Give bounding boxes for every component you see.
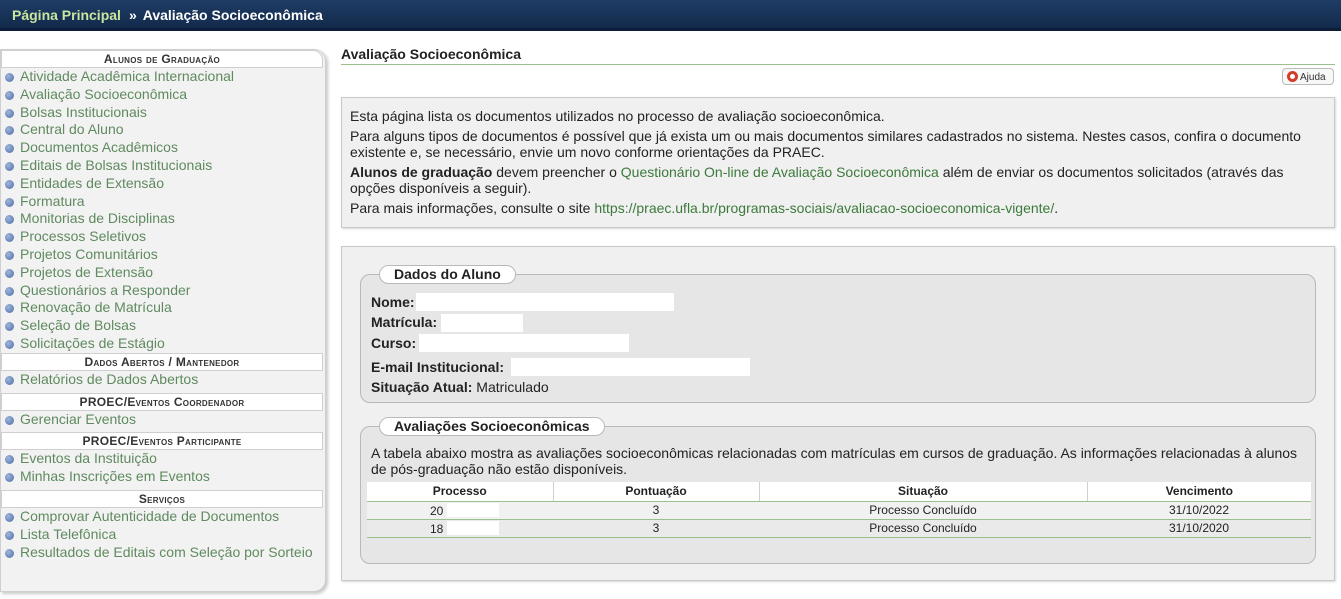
name-value bbox=[416, 293, 674, 311]
vencimento-cell: 31/10/2022 bbox=[1087, 501, 1311, 520]
matricula-value bbox=[441, 314, 523, 332]
email-row: E-mail Institucional: bbox=[371, 359, 504, 375]
sidebar-group-title: PROEC/Eventos Participante bbox=[1, 432, 323, 451]
info-box: Esta página lista os documentos utilizad… bbox=[341, 97, 1335, 228]
matricula-label: Matrícula: bbox=[371, 314, 438, 330]
table-row[interactable]: 20 3 Processo Concluído 31/10/2022 bbox=[367, 501, 1311, 520]
processo-cell: 20 bbox=[367, 501, 553, 520]
situacao-label: Situação Atual: bbox=[371, 379, 473, 395]
sidebar-item[interactable]: Avaliação Socioeconômica bbox=[1, 86, 325, 104]
sidebar-item[interactable]: Projetos Comunitários bbox=[1, 246, 325, 264]
curso-label: Curso: bbox=[371, 335, 417, 351]
sidebar-group-list: Comprovar Autenticidade de Documentos Li… bbox=[1, 508, 325, 560]
breadcrumb-home-link[interactable]: Página Principal bbox=[12, 7, 121, 23]
sidebar-item[interactable]: Monitorias de Disciplinas bbox=[1, 210, 325, 228]
curso-row: Curso: bbox=[371, 335, 416, 351]
name-label: Nome: bbox=[371, 294, 415, 310]
sidebar-item[interactable]: Comprovar Autenticidade de Documentos bbox=[1, 508, 325, 526]
sidebar-item[interactable]: Projetos de Extensão bbox=[1, 264, 325, 282]
info-paragraph: Para alguns tipos de documentos é possív… bbox=[350, 128, 1301, 160]
email-value bbox=[511, 358, 750, 376]
vencimento-cell: 31/10/2020 bbox=[1087, 519, 1311, 538]
sidebar-item[interactable]: Processos Seletivos bbox=[1, 228, 325, 246]
processo-redacted bbox=[447, 520, 500, 535]
info-text: devem preencher o bbox=[492, 164, 621, 180]
sidebar-item[interactable]: Gerenciar Eventos bbox=[1, 411, 325, 429]
sidebar-item[interactable]: Central do Aluno bbox=[1, 121, 325, 139]
top-bar: Página Principal » Avaliação Socioeconômic… bbox=[0, 0, 1341, 31]
table-row[interactable]: 18 3 Processo Concluído 31/10/2020 bbox=[367, 519, 1311, 538]
table-header-row: Processo Pontuação Situação Vencimento bbox=[367, 482, 1311, 502]
evaluations-description: A tabela abaixo mostra as avaliações soc… bbox=[371, 445, 1298, 477]
sidebar-item[interactable]: Resultados de Editais com Seleção por So… bbox=[1, 544, 325, 560]
column-header-situacao[interactable]: Situação bbox=[758, 482, 1087, 502]
processo-value: 20 bbox=[430, 503, 444, 518]
situacao-cell: Processo Concluído bbox=[759, 519, 1087, 538]
evaluations-legend: Avaliações Socioeconômicas bbox=[379, 417, 605, 436]
pontuacao-cell: 3 bbox=[553, 519, 759, 538]
evaluations-fieldset: Avaliações Socioeconômicas A tabela abai… bbox=[360, 417, 1316, 564]
pontuacao-cell: 3 bbox=[553, 501, 759, 520]
questionnaire-link[interactable]: Questionário On-line de Avaliação Socioe… bbox=[621, 164, 939, 180]
sidebar-item[interactable]: Atividade Acadêmica Internacional bbox=[1, 68, 325, 86]
situacao-cell: Processo Concluído bbox=[759, 501, 1087, 520]
sidebar-item[interactable]: Documentos Acadêmicos bbox=[1, 139, 325, 157]
info-bold-text: Alunos de graduação bbox=[350, 164, 493, 180]
sidebar-item[interactable]: Bolsas Institucionais bbox=[1, 104, 325, 122]
help-button-label: Ajuda bbox=[1300, 72, 1326, 83]
matricula-row: Matrícula: bbox=[371, 314, 437, 330]
sidebar-group-title: PROEC/Eventos Coordenador bbox=[1, 392, 323, 411]
student-data-fieldset: Dados do Aluno Nome: Matrícula: Curso: E… bbox=[360, 265, 1316, 403]
email-label: E-mail Institucional: bbox=[371, 359, 505, 375]
info-paragraph: Esta página lista os documentos utilizad… bbox=[350, 108, 885, 124]
processo-cell: 18 bbox=[367, 519, 553, 538]
situacao-value: Matriculado bbox=[476, 379, 549, 395]
sidebar-item[interactable]: Questionários a Responder bbox=[1, 282, 325, 300]
sidebar-group-title: Dados Abertos / Mantenedor bbox=[1, 352, 323, 371]
info-paragraph: Alunos de graduação devem preencher o Qu… bbox=[350, 164, 1326, 196]
curso-value bbox=[419, 334, 629, 352]
sidebar-item[interactable]: Formatura bbox=[1, 193, 325, 211]
sidebar-group-list: Atividade Acadêmica Internacional Avalia… bbox=[1, 68, 325, 353]
sidebar-item[interactable]: Eventos da Instituição bbox=[1, 450, 325, 468]
evaluations-table: Processo Pontuação Situação Vencimento 2… bbox=[367, 482, 1311, 538]
lifebuoy-icon bbox=[1287, 71, 1298, 82]
processo-value: 18 bbox=[430, 521, 444, 536]
sidebar-group-list: Relatórios de Dados Abertos bbox=[1, 371, 325, 389]
sidebar-item[interactable]: Solicitações de Estágio bbox=[1, 335, 325, 353]
info-text: Para mais informações, consulte o site bbox=[350, 200, 595, 216]
sidebar-group-title: Serviços bbox=[1, 489, 323, 508]
column-header-pontuacao[interactable]: Pontuação bbox=[552, 482, 759, 502]
student-data-legend: Dados do Aluno bbox=[379, 265, 516, 284]
praec-site-link[interactable]: https://praec.ufla.br/programas-sociais/… bbox=[594, 200, 1054, 216]
breadcrumb-current: Avaliação Socioeconômica bbox=[142, 7, 323, 23]
sidebar-item[interactable]: Renovação de Matrícula bbox=[1, 299, 325, 317]
info-paragraph: Para mais informações, consulte o site h… bbox=[350, 200, 1326, 216]
processo-redacted bbox=[447, 502, 500, 517]
sidebar-group-list: Eventos da Instituição Minhas Inscrições… bbox=[1, 450, 325, 486]
sidebar-item[interactable]: Minhas Inscrições em Eventos bbox=[1, 468, 325, 486]
sidebar-group-list: Gerenciar Eventos bbox=[1, 411, 325, 429]
help-button[interactable]: Ajuda bbox=[1282, 68, 1334, 85]
sidebar-item[interactable]: Editais de Bolsas Institucionais bbox=[1, 157, 325, 175]
sidebar-item[interactable]: Seleção de Bolsas bbox=[1, 317, 325, 335]
name-row: Nome: bbox=[371, 294, 415, 310]
sidebar-item[interactable]: Entidades de Extensão bbox=[1, 175, 325, 193]
info-text: . bbox=[1054, 200, 1059, 216]
sidebar-group-title: Alunos de Graduação bbox=[1, 50, 323, 68]
breadcrumb-separator: » bbox=[128, 7, 137, 23]
content-box: Dados do Aluno Nome: Matrícula: Curso: E… bbox=[341, 246, 1335, 581]
column-header-vencimento[interactable]: Vencimento bbox=[1086, 482, 1311, 502]
sidebar-menu: Alunos de Graduação Atividade Acadêmica … bbox=[0, 49, 326, 592]
sidebar-item[interactable]: Lista Telefônica bbox=[1, 526, 325, 544]
situacao-row: Situação Atual: Matriculado bbox=[371, 379, 549, 395]
sidebar-item[interactable]: Relatórios de Dados Abertos bbox=[1, 371, 325, 389]
column-header-processo[interactable]: Processo bbox=[367, 482, 553, 502]
page-title: Avaliação Socioeconômica bbox=[341, 46, 1335, 65]
